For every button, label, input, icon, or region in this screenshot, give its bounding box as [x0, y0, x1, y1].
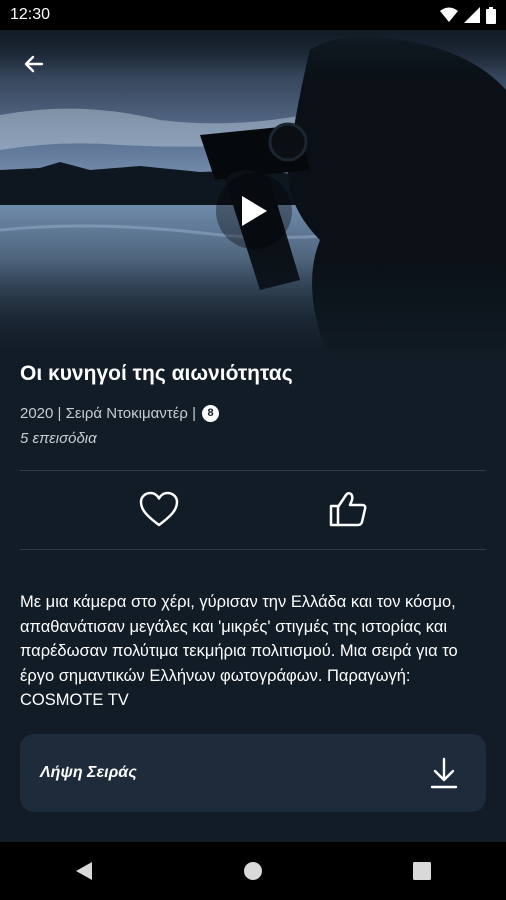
nav-back-button[interactable] — [60, 847, 108, 895]
heart-icon — [139, 491, 179, 527]
signal-icon — [464, 7, 480, 23]
download-series-label: Λήψη Σειράς — [40, 764, 137, 781]
like-button[interactable] — [326, 487, 370, 531]
show-meta: 2020 | Σειρά Ντοκιμαντέρ | 8 — [20, 402, 220, 424]
system-nav-bar — [0, 842, 506, 900]
arrow-left-icon — [24, 55, 44, 73]
status-time: 12:30 — [10, 6, 51, 23]
download-series-button[interactable]: Λήψη Σειράς — [20, 734, 486, 812]
show-description: Με μια κάμερα στο χέρι, γύρισαν την Ελλά… — [20, 593, 458, 709]
thumbs-up-icon — [329, 491, 367, 527]
wifi-icon — [440, 7, 458, 22]
divider-top — [20, 470, 486, 471]
show-meta-text: 2020 | Σειρά Ντοκιμαντέρ | — [20, 404, 197, 422]
nav-recents-icon — [412, 862, 431, 880]
nav-home-icon — [243, 862, 262, 880]
status-icons — [440, 6, 496, 24]
show-title: Οι κυνηγοί της αιωνιότητας — [20, 362, 293, 385]
back-button[interactable] — [16, 46, 52, 82]
nav-home-button[interactable] — [229, 847, 277, 895]
favorite-button[interactable] — [137, 487, 181, 531]
nav-recents-button[interactable] — [398, 847, 446, 895]
play-button[interactable] — [216, 173, 292, 249]
download-icon — [430, 757, 458, 789]
episode-count: 5 επεισόδια — [20, 430, 97, 447]
divider-bottom — [20, 549, 486, 550]
nav-back-icon — [76, 862, 93, 880]
battery-icon — [486, 6, 496, 24]
status-bar: 12:30 — [0, 0, 506, 30]
play-icon — [242, 196, 267, 226]
age-rating-badge: 8 — [202, 404, 220, 422]
